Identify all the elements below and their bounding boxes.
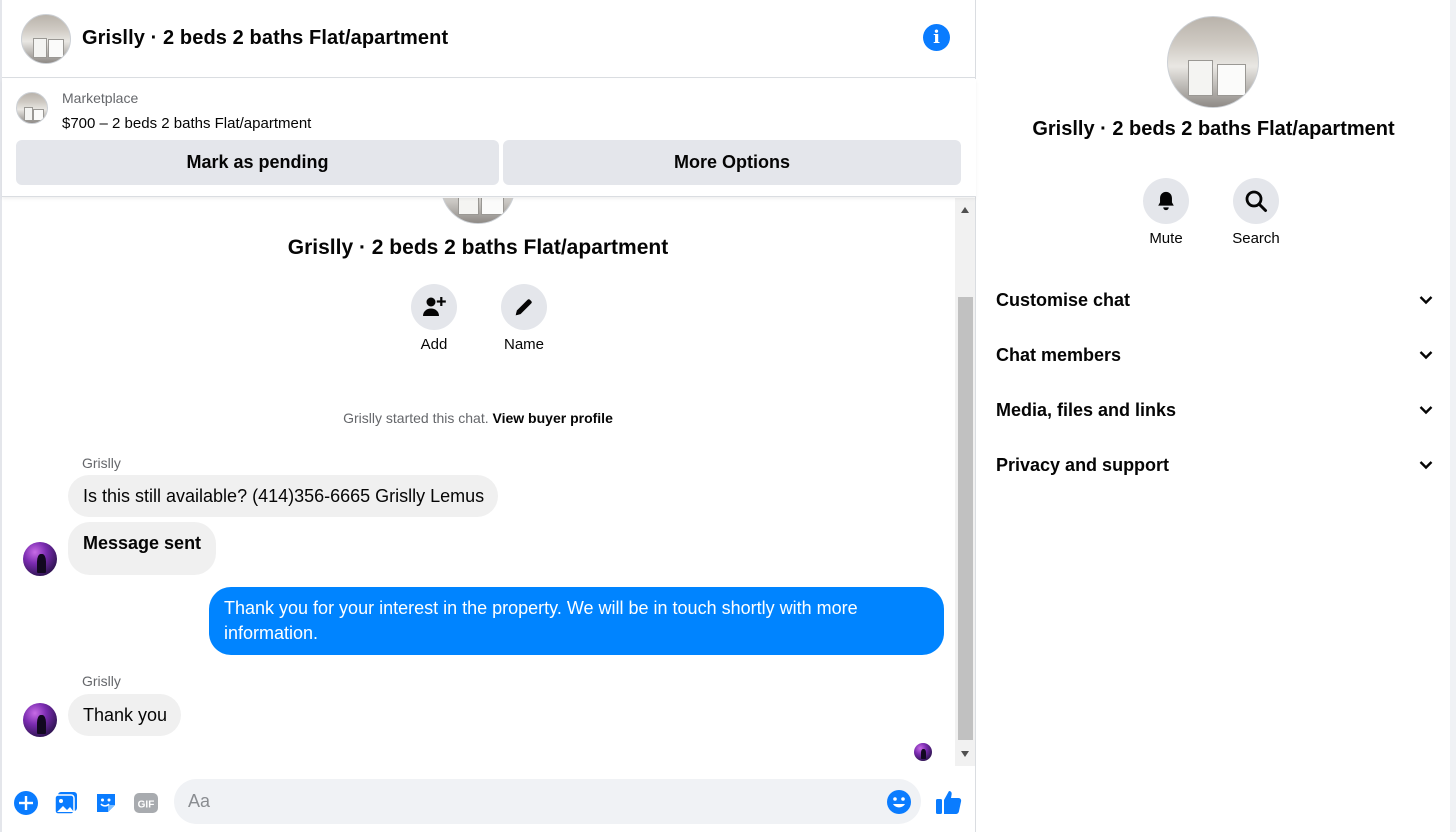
gif-icon[interactable]: GIF (133, 790, 159, 816)
mute-label: Mute (1149, 230, 1183, 247)
messenger-app: Grislly · 2 beds 2 baths Flat/apartment … (0, 0, 1456, 832)
section-label: Chat members (996, 344, 1122, 365)
window-edge (1450, 0, 1456, 832)
chevron-down-icon (1419, 348, 1433, 362)
photo-icon[interactable] (53, 790, 79, 816)
sender-avatar[interactable] (23, 703, 57, 737)
thumbs-up-icon[interactable] (934, 787, 964, 817)
system-message-text: Grislly started this chat. (343, 410, 489, 426)
add-person-icon (423, 297, 446, 316)
chat-header: Grislly · 2 beds 2 baths Flat/apartment … (2, 0, 976, 78)
conversation-info-panel: Grislly · 2 beds 2 baths Flat/apartment … (977, 0, 1450, 832)
panel-listing-avatar[interactable] (1167, 16, 1259, 108)
message-bubble-incoming[interactable]: Is this still available? (414)356-6665 G… (68, 475, 499, 517)
add-button[interactable] (411, 284, 457, 330)
scrollbar-thumb[interactable] (958, 297, 973, 740)
add-label: Add (420, 336, 448, 353)
bell-icon (1158, 191, 1174, 211)
name-label: Name (503, 336, 544, 353)
system-message: Grislly started this chat. View buyer pr… (2, 410, 954, 426)
chevron-down-icon (1419, 403, 1433, 417)
search-label: Search (1232, 230, 1280, 247)
seen-indicator-avatar (914, 743, 932, 761)
search-icon (1245, 190, 1267, 212)
chat-title[interactable]: Grislly · 2 beds 2 baths Flat/apartment (82, 27, 448, 50)
panel-title: Grislly · 2 beds 2 baths Flat/apartment (1032, 118, 1395, 140)
section-label: Customise chat (996, 289, 1131, 310)
mute-button[interactable] (1143, 178, 1189, 224)
message-input[interactable] (174, 779, 921, 824)
sticker-icon[interactable] (93, 790, 119, 816)
listing-price-line[interactable]: $700 – 2 beds 2 baths Flat/apartment (62, 115, 311, 132)
pencil-icon (515, 299, 532, 316)
message-bubble-incoming[interactable]: Message sent (68, 522, 217, 575)
plus-icon[interactable] (13, 790, 39, 816)
section-chat-members[interactable]: Chat members (996, 335, 1433, 375)
thread-avatar (441, 198, 515, 224)
chat-panel: Grislly · 2 beds 2 baths Flat/apartment … (0, 0, 976, 832)
sender-name: Grislly (82, 455, 121, 471)
thread-title: Grislly · 2 beds 2 baths Flat/apartment (287, 236, 669, 259)
chevron-down-icon (1419, 293, 1433, 307)
scroll-down-arrow[interactable] (955, 744, 975, 764)
message-bubble-outgoing[interactable]: Thank you for your interest in the prope… (209, 587, 944, 655)
section-media-files-links[interactable]: Media, files and links (996, 390, 1433, 430)
marketplace-bar: Marketplace $700 – 2 beds 2 baths Flat/a… (2, 79, 976, 197)
sender-avatar[interactable] (23, 542, 57, 576)
section-label: Media, files and links (996, 399, 1177, 420)
more-options-button[interactable]: More Options (503, 140, 961, 185)
composer: GIF (2, 770, 976, 832)
message-thread: Grislly · 2 beds 2 baths Flat/apartment … (2, 198, 954, 766)
sender-name: Grislly (82, 673, 121, 689)
listing-avatar[interactable] (21, 13, 71, 64)
view-buyer-profile-link[interactable]: View buyer profile (493, 410, 613, 426)
scroll-up-arrow[interactable] (955, 200, 975, 220)
mark-as-pending-button[interactable]: Mark as pending (16, 140, 499, 185)
section-label: Privacy and support (996, 454, 1170, 475)
svg-text:GIF: GIF (138, 800, 155, 811)
emoji-icon[interactable] (886, 789, 912, 815)
thread-scrollbar[interactable] (955, 198, 975, 766)
marketplace-label: Marketplace (62, 90, 139, 106)
listing-thumbnail[interactable] (16, 92, 48, 124)
section-privacy-support[interactable]: Privacy and support (996, 445, 1433, 485)
info-icon[interactable]: i (923, 24, 950, 51)
chevron-down-icon (1419, 458, 1433, 472)
name-button[interactable] (501, 284, 547, 330)
search-button[interactable] (1233, 178, 1279, 224)
section-customise-chat[interactable]: Customise chat (996, 280, 1433, 320)
message-bubble-incoming[interactable]: Thank you (68, 694, 182, 736)
